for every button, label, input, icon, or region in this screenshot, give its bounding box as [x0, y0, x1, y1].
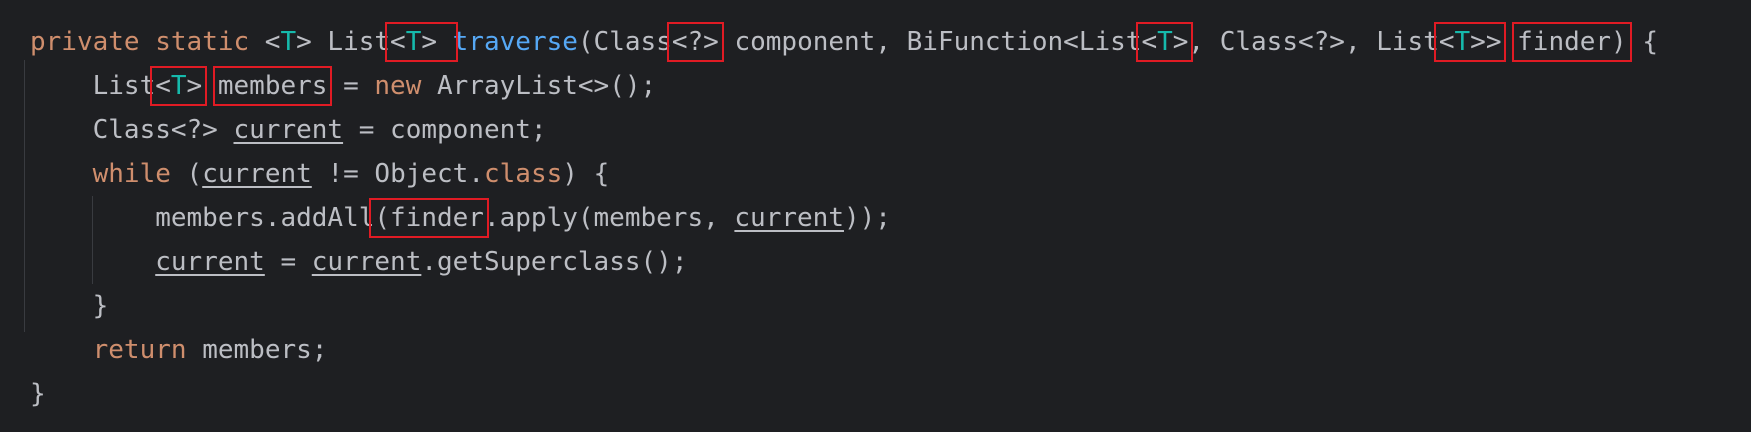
- code-token: while: [92, 159, 171, 189]
- highlight-box: <T>>: [1433, 22, 1507, 62]
- code-token: =: [327, 71, 375, 101]
- code-line-6[interactable]: current = current.getSuperclass();: [30, 240, 687, 284]
- code-token: <: [155, 71, 171, 101]
- code-token: }: [30, 379, 46, 409]
- code-token: =: [264, 247, 312, 277]
- code-token: ));: [843, 203, 891, 233]
- code-token: new: [374, 71, 422, 101]
- code-token: component, BiFunction<List: [718, 27, 1142, 57]
- highlight-box: <T>: [1136, 22, 1194, 62]
- code-token: members.addAll: [30, 203, 375, 233]
- code-token: return: [92, 335, 187, 365]
- code-token: T: [1454, 27, 1471, 57]
- code-token: T: [280, 27, 297, 57]
- code-token: <?>: [671, 27, 719, 57]
- code-token: Class<?>: [30, 115, 234, 145]
- code-token: (: [170, 159, 203, 189]
- code-line-2[interactable]: List<T> members = new ArrayList<>();: [30, 64, 656, 108]
- code-token: static: [155, 27, 250, 57]
- code-line-1[interactable]: private static <T> List<T> traverse(Clas…: [30, 20, 1658, 64]
- code-token: members: [217, 71, 328, 101]
- highlight-box: members: [212, 66, 333, 106]
- code-token: <: [390, 27, 406, 57]
- code-token: T: [1157, 27, 1173, 57]
- code-token: <: [249, 27, 281, 57]
- code-token: T: [405, 27, 422, 57]
- code-token: }: [30, 291, 109, 321]
- code-token: <: [1438, 27, 1455, 57]
- code-line-7[interactable]: }: [30, 284, 109, 328]
- code-token: != Object.: [311, 159, 484, 189]
- code-token: (Class: [577, 27, 672, 57]
- code-token: , Class<?>, List: [1188, 27, 1439, 57]
- code-token: ArrayList<>();: [421, 71, 657, 101]
- highlight-box: <T>: [385, 22, 458, 62]
- code-token: private: [30, 27, 140, 57]
- highlight-box: <T>: [150, 66, 208, 106]
- code-line-4[interactable]: while (current != Object.class) {: [30, 152, 610, 196]
- code-token: finder): [1517, 27, 1627, 57]
- code-token: current: [202, 159, 312, 189]
- code-token: T: [170, 71, 187, 101]
- code-line-3[interactable]: Class<?> current = component;: [30, 108, 547, 152]
- indent-guide-method: [24, 60, 25, 332]
- code-token: >: [1172, 27, 1189, 57]
- code-token: members;: [186, 335, 328, 365]
- code-token: .apply(members,: [483, 203, 735, 233]
- code-token: traverse: [452, 27, 578, 57]
- code-token: class: [483, 159, 563, 189]
- highlight-box: <?>: [666, 22, 724, 62]
- code-token: current: [155, 247, 265, 277]
- code-token: >: [421, 27, 453, 57]
- code-editor[interactable]: private static <T> List<T> traverse(Clas…: [0, 0, 1751, 432]
- highlight-box: (finder: [369, 198, 489, 238]
- code-token: >>: [1470, 27, 1502, 57]
- code-token: List: [30, 71, 156, 101]
- code-line-5[interactable]: members.addAll(finder.apply(members, cur…: [30, 196, 891, 240]
- code-token: (finder: [374, 203, 484, 233]
- code-token: <: [1141, 27, 1158, 57]
- highlight-box: finder): [1512, 22, 1632, 62]
- code-token: ) {: [562, 159, 610, 189]
- code-token: current: [233, 115, 344, 145]
- code-token: .getSuperclass();: [421, 247, 688, 277]
- code-line-8[interactable]: return members;: [30, 328, 328, 372]
- code-token: >: [186, 71, 203, 101]
- code-token: current: [311, 247, 422, 277]
- code-token: > List: [296, 27, 391, 57]
- code-token: = component;: [343, 115, 547, 145]
- code-token: current: [734, 203, 844, 233]
- code-line-9[interactable]: }: [30, 372, 46, 416]
- code-token: {: [1626, 27, 1659, 57]
